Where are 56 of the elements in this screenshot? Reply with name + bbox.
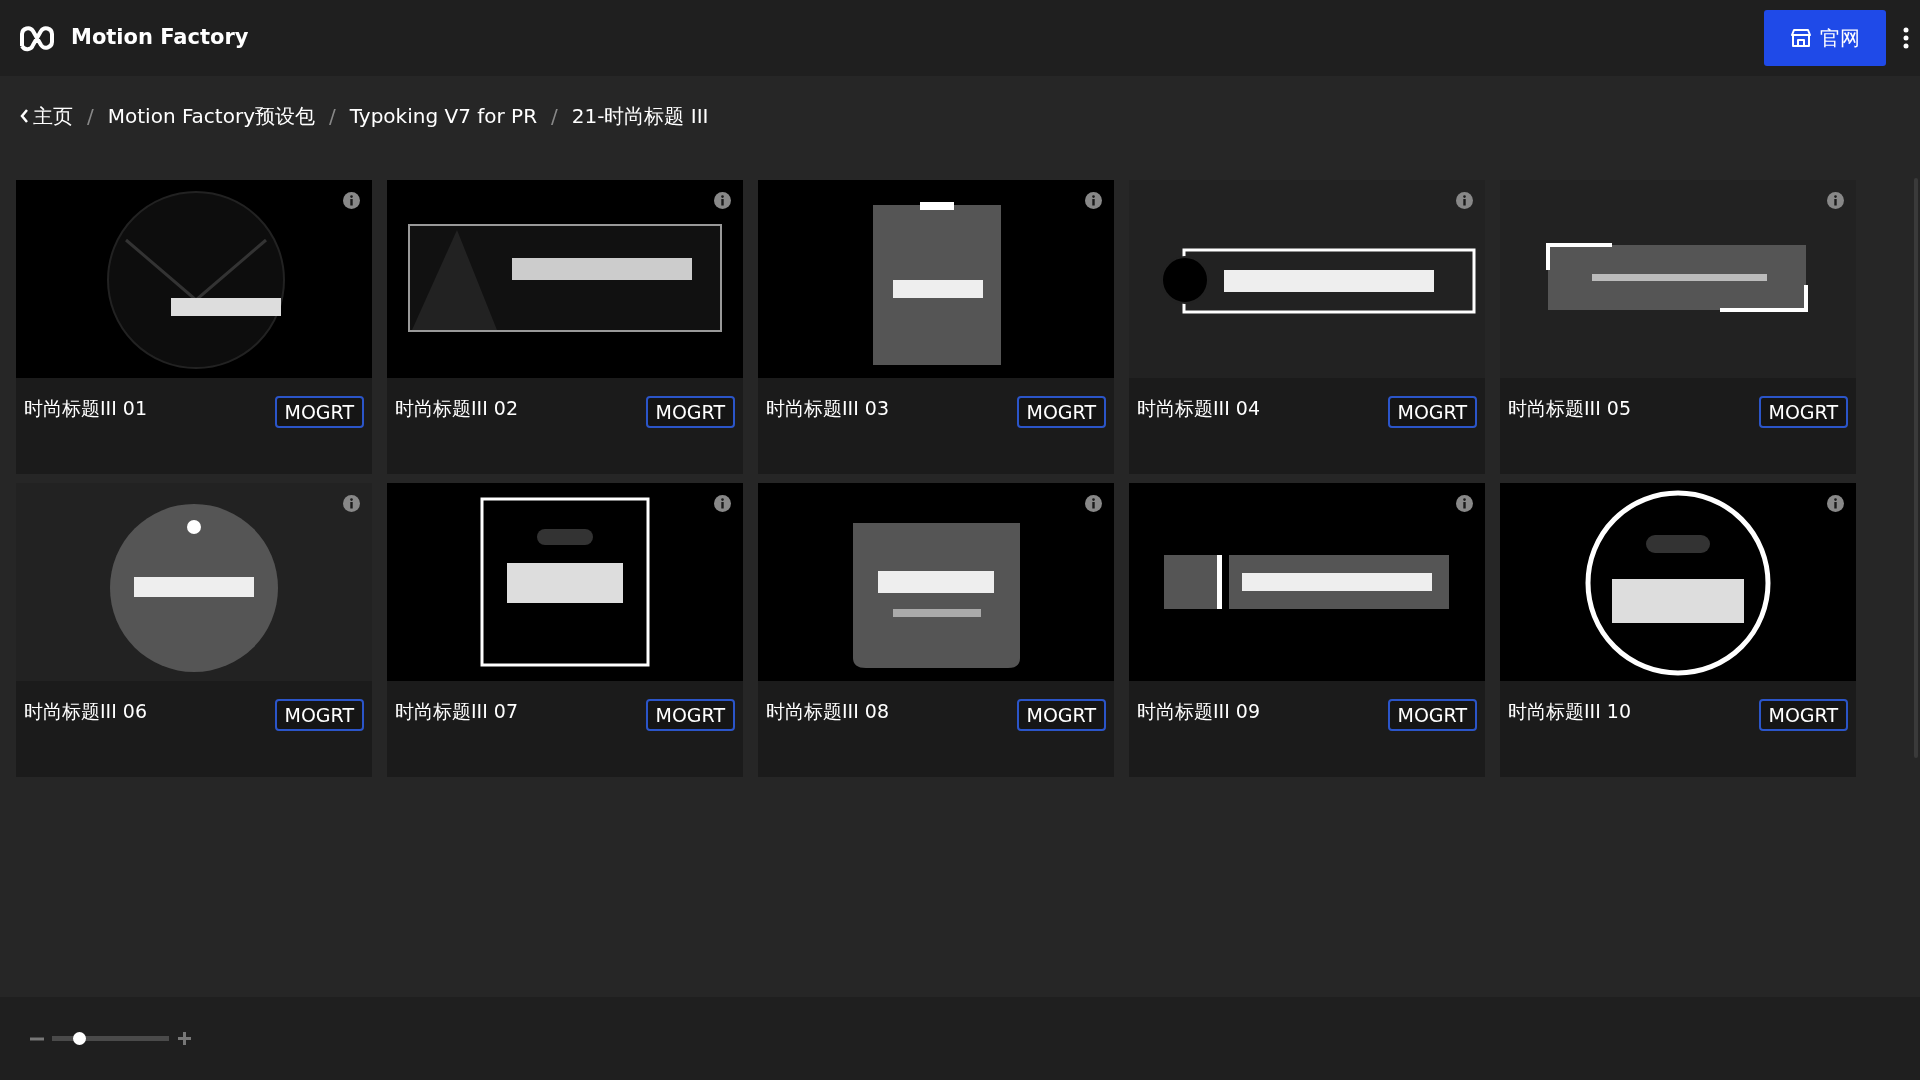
template-card[interactable]: 时尚标题III 08 MOGRT <box>758 483 1114 777</box>
info-icon[interactable] <box>1085 495 1102 512</box>
template-card[interactable]: 时尚标题III 05 MOGRT <box>1500 180 1856 474</box>
info-icon[interactable] <box>343 192 360 209</box>
breadcrumb-separator: / <box>551 103 558 130</box>
info-icon[interactable] <box>1456 192 1473 209</box>
breadcrumb-separator: / <box>328 103 336 130</box>
template-title: 时尚标题III 02 <box>395 396 519 421</box>
template-card[interactable]: 时尚标题III 07 MOGRT <box>387 483 743 777</box>
store-icon <box>1790 28 1812 48</box>
template-card[interactable]: 时尚标题III 06 MOGRT <box>16 483 372 777</box>
breadcrumb-link[interactable]: Motion Factory预设包 <box>107 101 315 131</box>
template-card[interactable]: 时尚标题III 10 MOGRT <box>1500 483 1856 777</box>
breadcrumb-link[interactable]: Typoking V7 for PR <box>349 101 538 131</box>
breadcrumb-link[interactable]: 21-时尚标题 III <box>571 101 709 131</box>
zoom-out-icon[interactable] <box>30 1036 44 1041</box>
info-icon[interactable] <box>1827 495 1844 512</box>
breadcrumb-separator: / <box>87 103 94 130</box>
app-title: Motion Factory <box>71 24 249 52</box>
mogrt-button[interactable]: MOGRT <box>1387 699 1477 731</box>
info-icon[interactable] <box>714 495 731 512</box>
template-title: 时尚标题III 03 <box>766 396 890 421</box>
mogrt-button[interactable]: MOGRT <box>274 699 364 731</box>
mogrt-button[interactable]: MOGRT <box>1016 699 1106 731</box>
mogrt-button[interactable]: MOGRT <box>1758 699 1848 731</box>
breadcrumb-link[interactable]: 主页 <box>20 101 73 131</box>
template-card[interactable]: 时尚标题III 02 MOGRT <box>387 180 743 474</box>
template-title: 时尚标题III 07 <box>395 699 519 724</box>
mogrt-button[interactable]: MOGRT <box>1758 396 1848 428</box>
zoom-in-icon[interactable] <box>177 1031 192 1046</box>
mogrt-button[interactable]: MOGRT <box>645 396 735 428</box>
template-card[interactable]: 时尚标题III 04 MOGRT <box>1129 180 1485 474</box>
logo-icon <box>18 24 56 52</box>
template-card[interactable]: 时尚标题III 09 MOGRT <box>1129 483 1485 777</box>
template-title: 时尚标题III 08 <box>766 699 890 724</box>
info-icon[interactable] <box>1827 192 1844 209</box>
mogrt-button[interactable]: MOGRT <box>645 699 735 731</box>
mogrt-button[interactable]: MOGRT <box>1387 396 1477 428</box>
mogrt-button[interactable]: MOGRT <box>1016 396 1106 428</box>
slider-thumb[interactable] <box>72 1032 86 1045</box>
info-icon[interactable] <box>343 495 360 512</box>
mogrt-button[interactable]: MOGRT <box>274 396 364 428</box>
template-card[interactable]: 时尚标题III 03 MOGRT <box>758 180 1114 474</box>
info-icon[interactable] <box>1085 192 1102 209</box>
more-icon[interactable] <box>1902 27 1910 49</box>
template-title: 时尚标题III 10 <box>1508 699 1632 724</box>
info-icon[interactable] <box>1456 495 1473 512</box>
template-title: 时尚标题III 09 <box>1137 699 1261 724</box>
template-title: 时尚标题III 04 <box>1137 396 1261 421</box>
info-icon[interactable] <box>714 192 731 209</box>
template-title: 时尚标题III 06 <box>24 699 148 724</box>
template-title: 时尚标题III 05 <box>1508 396 1632 421</box>
template-card[interactable]: 时尚标题III 01 MOGRT <box>16 180 372 474</box>
back-icon <box>20 109 29 123</box>
website-button[interactable]: 官网 <box>1764 10 1886 66</box>
template-title: 时尚标题III 01 <box>24 396 148 421</box>
